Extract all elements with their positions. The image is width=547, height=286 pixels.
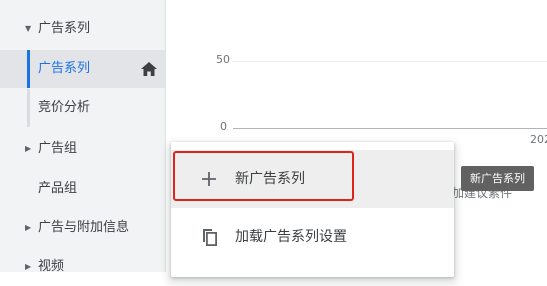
- sidebar-item-label: 广告组: [38, 141, 78, 156]
- menu-item-label: 加载广告系列设置: [235, 229, 347, 245]
- caret-down-icon: ▼: [25, 24, 32, 33]
- new-campaign-menu-item[interactable]: 新广告系列: [171, 150, 454, 208]
- y-tick-label: 50: [216, 53, 230, 66]
- x-axis-line: [233, 128, 547, 129]
- sidebar-item-label: 竞价分析: [38, 100, 91, 115]
- caret-right-icon: ▶: [25, 262, 32, 271]
- create-menu: 新广告系列 加载广告系列设置: [171, 142, 454, 277]
- x-tick-label: 202: [530, 133, 547, 146]
- menu-item-label: 新广告系列: [235, 171, 305, 187]
- sidebar-group-videos[interactable]: ▶ 视频: [0, 248, 166, 286]
- sidebar-item-campaigns[interactable]: 广告系列: [0, 50, 166, 88]
- sidebar-group-ad-groups[interactable]: ▶ 广告组: [0, 130, 166, 168]
- sidebar-item-product-groups[interactable]: 产品组: [0, 170, 166, 208]
- caret-right-icon: ▶: [25, 223, 32, 232]
- grid-line: [233, 61, 547, 62]
- tooltip: 新广告系列: [461, 166, 534, 191]
- sidebar-item-label: 广告系列: [38, 21, 91, 36]
- caret-right-icon: ▶: [25, 144, 32, 153]
- y-tick-label: 0: [220, 120, 227, 133]
- plus-icon: [202, 172, 216, 186]
- sidebar-item-label: 视频: [38, 259, 65, 274]
- home-icon: [141, 62, 157, 76]
- sidebar-group-ads-extensions[interactable]: ▶ 广告与附加信息: [0, 209, 166, 247]
- sidebar-item-label: 产品组: [38, 181, 78, 196]
- sidebar-item-label: 广告系列: [38, 61, 91, 76]
- sidebar-group-campaigns[interactable]: ▼ 广告系列: [0, 10, 166, 48]
- sidebar-item-label: 广告与附加信息: [38, 220, 130, 235]
- load-campaign-settings-menu-item[interactable]: 加载广告系列设置: [171, 208, 454, 266]
- copy-icon: [203, 229, 217, 246]
- sidebar-item-auction-insights[interactable]: 竞价分析: [0, 89, 166, 127]
- sidebar: ▼ 广告系列 广告系列 竞价分析 ▶ 广告组 产品组 ▶ 广告与附加信息 ▶ 视…: [0, 0, 166, 274]
